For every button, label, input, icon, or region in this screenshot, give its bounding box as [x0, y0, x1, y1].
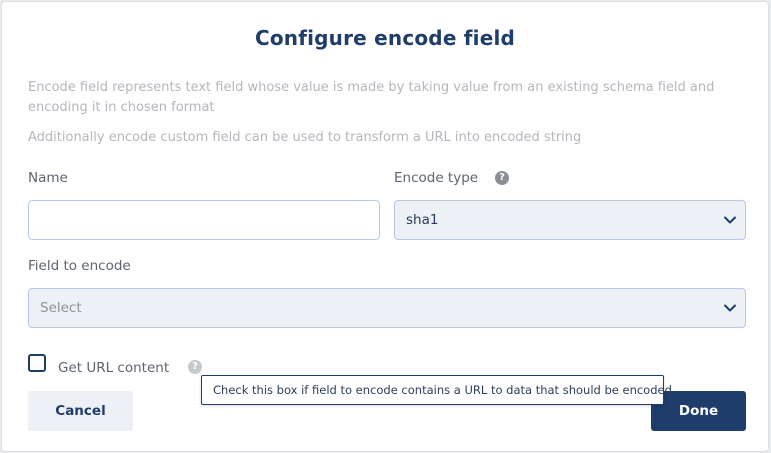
dialog-description: Encode field represents text field whose…	[28, 80, 715, 115]
question-circle-icon[interactable]: ?	[495, 171, 509, 185]
get-url-content-checkbox[interactable]	[28, 354, 46, 372]
encode-type-select[interactable]: sha1	[394, 200, 746, 240]
dialog-description-additional: Additionally encode custom field can be …	[28, 130, 582, 145]
name-label: Name	[28, 170, 68, 186]
field-to-encode-label: Field to encode	[28, 258, 131, 274]
get-url-content-tooltip: Check this box if field to encode contai…	[201, 375, 672, 405]
question-circle-icon[interactable]: ?	[188, 360, 202, 374]
name-input[interactable]	[28, 200, 380, 240]
dialog-title: Configure encode field	[254, 26, 516, 50]
get-url-content-label[interactable]: Get URL content	[58, 360, 169, 376]
configure-encode-field-dialog: Configure encode field Encode field repr…	[1, 1, 769, 452]
cancel-button[interactable]: Cancel	[28, 391, 133, 431]
chevron-down-icon	[724, 216, 736, 224]
chevron-down-icon	[724, 304, 736, 312]
encode-type-label: Encode type	[394, 170, 479, 186]
field-to-encode-select[interactable]: Select	[28, 288, 746, 328]
field-to-encode-selected-value: Select	[40, 300, 82, 316]
encode-type-selected-value: sha1	[406, 212, 439, 228]
